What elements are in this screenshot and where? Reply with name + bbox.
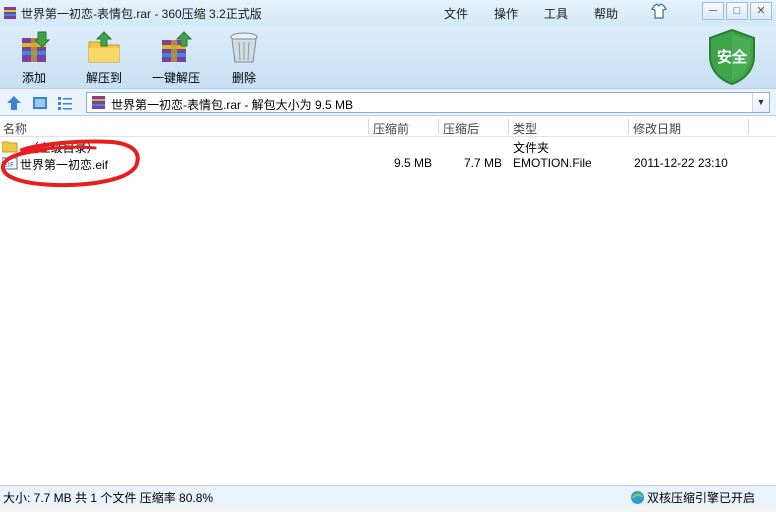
extract-to-label: 解压到 [85,71,122,85]
column-divider [438,119,439,134]
file-type: EMOTION.File [513,156,592,170]
trash-can-icon [226,30,262,66]
address-path: 世界第一初恋-表情包.rar - 解包大小为 9.5 MB [111,98,354,112]
address-dropdown-chevron-icon[interactable]: ▼ [752,93,769,112]
file-list-header: 名称 压缩前 压缩后 类型 修改日期 [0,117,776,137]
toolbar: 添加 解压到 一键解压 删除 安全 [0,26,776,88]
list-view-icon[interactable] [57,95,73,111]
list-item-parent-dir[interactable]: ..（上级目录） 文件夹 [0,138,776,155]
menu-file-label: 文件 [444,6,469,21]
menu-tools[interactable]: 工具 [544,0,568,26]
delete-label: 删除 [231,71,256,85]
app-icon [3,6,17,20]
one-click-label: 一键解压 [151,71,200,85]
up-arrow-icon[interactable] [6,95,22,111]
delete-button[interactable]: 删除 [214,28,274,86]
skin-shirt-icon[interactable] [650,3,668,21]
menu-help-label: 帮助 [594,6,619,21]
minimize-button[interactable]: ─ [702,2,724,20]
column-divider [368,119,369,134]
file-unpacked-size: 7.7 MB [463,156,502,170]
engine-label: 双核压缩引擎已开启 [647,491,756,505]
column-divider [748,119,749,134]
menu-operate[interactable]: 操作 [494,0,518,26]
column-name[interactable]: 名称 [3,120,27,137]
window-bottom-edge [0,506,776,512]
engine-icon [631,491,644,504]
menu-operate-label: 操作 [494,6,519,21]
restore-button[interactable]: □ [726,2,748,20]
archive-icon [91,95,106,113]
list-item-file[interactable]: EIF 世界第一初恋.eif 9.5 MB 7.7 MB EMOTION.Fil… [0,155,776,172]
status-bar: 大小: 7.7 MB 共 1 个文件 压缩率 80.8% 双核压缩引擎已开启 [0,485,776,506]
add-button[interactable]: 添加 [4,28,64,86]
security-shield[interactable]: 安全 [706,28,758,86]
thumbnail-view-icon[interactable] [32,95,48,111]
one-click-extract-button[interactable]: 一键解压 [144,28,208,86]
status-summary: 大小: 7.7 MB 共 1 个文件 压缩率 80.8% [3,491,214,505]
window-title: 世界第一初恋-表情包.rar - 360压缩 3.2正式版 [21,6,262,21]
eif-file-icon: EIF [1,157,18,173]
close-button[interactable]: ✕ [750,2,772,20]
extract-to-button[interactable]: 解压到 [74,28,134,86]
extract-folder-icon [86,30,122,66]
folder-icon [1,140,18,156]
column-unpacked-size[interactable]: 压缩后 [443,120,479,137]
menu-file[interactable]: 文件 [444,0,468,26]
file-packed-size: 9.5 MB [393,156,432,170]
menu-tools-label: 工具 [544,6,569,21]
address-field[interactable]: 世界第一初恋-表情包.rar - 解包大小为 9.5 MB ▼ [86,92,770,113]
address-bar: 世界第一初恋-表情包.rar - 解包大小为 9.5 MB ▼ [0,88,776,116]
one-click-extract-icon [158,30,194,66]
file-name: 世界第一初恋.eif [20,158,109,172]
window-controls: ─ □ ✕ [700,2,772,20]
menu-help[interactable]: 帮助 [594,0,618,26]
column-divider [508,119,509,134]
security-badge-text: 安全 [716,49,747,66]
add-archive-icon [16,30,52,66]
file-modified-date: 2011-12-22 23:10 [634,156,728,170]
column-packed-size[interactable]: 压缩前 [373,120,409,137]
file-type: 文件夹 [513,141,550,155]
column-divider [628,119,629,134]
column-type[interactable]: 类型 [513,120,537,137]
dual-core-engine-status[interactable]: 双核压缩引擎已开启 [630,489,755,506]
column-modified[interactable]: 修改日期 [633,120,681,137]
svg-text:EIF: EIF [4,161,15,169]
add-label: 添加 [21,71,46,85]
file-name: ..（上级目录） [20,141,99,155]
